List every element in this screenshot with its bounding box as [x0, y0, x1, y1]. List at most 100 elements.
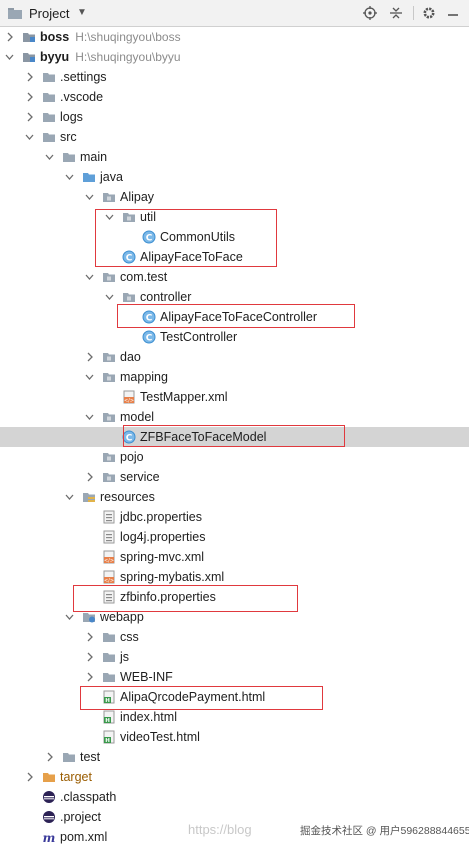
watermark-text: 掘金技术社区 @ 用户5962888446555 [300, 825, 469, 837]
tree-row-mapping[interactable]: mapping [0, 367, 469, 387]
tree-row-index-html[interactable]: Hindex.html [0, 707, 469, 727]
tree-row-byyu[interactable]: byyu H:\shuqingyou\byyu [0, 47, 469, 67]
folder-icon [102, 650, 116, 664]
watermark-url: https://blog [188, 822, 252, 837]
chevron-right-icon[interactable] [84, 347, 94, 367]
tree-row-settings[interactable]: .settings [0, 67, 469, 87]
tree-row-resources[interactable]: resources [0, 487, 469, 507]
tree-row-com-test[interactable]: com.test [0, 267, 469, 287]
package-icon [102, 410, 116, 424]
tree-row-alipaqrcodepayment-html[interactable]: H AlipaQrcodePayment.html [0, 687, 469, 707]
chevron-down-icon[interactable] [64, 167, 74, 187]
chevron-down-icon[interactable] [24, 127, 34, 147]
package-icon [102, 190, 116, 204]
tree-item-label: .settings [60, 70, 107, 84]
tree-item-label: com.test [120, 270, 168, 284]
locate-icon[interactable] [362, 5, 378, 21]
tree-row-util[interactable]: util [0, 207, 469, 227]
svg-text:C: C [146, 313, 153, 323]
chevron-right-icon[interactable] [84, 467, 94, 487]
svg-text:</>: </> [104, 578, 114, 584]
tree-row-src[interactable]: src [0, 127, 469, 147]
svg-text:C: C [126, 433, 133, 443]
tree-row-classpath[interactable]: .classpath [0, 787, 469, 807]
chevron-down-icon[interactable] [84, 267, 94, 287]
tree-row-testmapper-xml[interactable]: </> TestMapper.xml [0, 387, 469, 407]
tree-row-target[interactable]: target [0, 767, 469, 787]
chevron-right-icon[interactable] [4, 27, 14, 47]
chevron-right-icon[interactable] [24, 87, 34, 107]
chevron-down-icon[interactable] [104, 287, 114, 307]
chevron-down-icon[interactable] [4, 47, 14, 67]
tree-item-label: target [60, 770, 92, 784]
tree-item-label: pom.xml [60, 830, 108, 844]
tree-item-label: controller [140, 290, 192, 304]
tree-row-spring-mybatis-xml[interactable]: </> spring-mybatis.xml [0, 567, 469, 587]
tree-row-logs[interactable]: logs [0, 107, 469, 127]
properties-icon [102, 510, 116, 524]
tree-row-jdbc-properties[interactable]: jdbc.properties [0, 507, 469, 527]
chevron-down-icon[interactable] [84, 367, 94, 387]
tree-row-main[interactable]: main [0, 147, 469, 167]
tree-row-commonutils[interactable]: C CommonUtils [0, 227, 469, 247]
folder-icon [42, 110, 56, 124]
package-icon [122, 290, 136, 304]
tree-item-label: Alipay [120, 190, 155, 204]
tree-row-zfbfacetofacemodel[interactable]: C ZFBFaceToFaceModel [0, 427, 469, 447]
tree-row-model[interactable]: model [0, 407, 469, 427]
folder-icon [62, 150, 76, 164]
properties-icon [102, 590, 116, 604]
tree-row-alipayfacetoface[interactable]: C AlipayFaceToFace [0, 247, 469, 267]
chevron-right-icon[interactable] [24, 767, 34, 787]
tree-item-label: css [120, 630, 139, 644]
minimize-icon[interactable] [445, 5, 461, 21]
tree-item-label: jdbc.properties [120, 510, 202, 524]
tree-row-js[interactable]: js [0, 647, 469, 667]
chevron-right-icon[interactable] [84, 667, 94, 687]
tree-row-zfbinfo-properties[interactable]: zfbinfo.properties [0, 587, 469, 607]
chevron-down-icon[interactable] [104, 207, 114, 227]
tree-item-label: boss H:\shuqingyou\boss [40, 30, 181, 44]
project-view-title[interactable]: Project [29, 6, 69, 21]
chevron-down-icon[interactable] [64, 487, 74, 507]
chevron-right-icon[interactable] [84, 627, 94, 647]
tree-row-videotest-html[interactable]: HvideoTest.html [0, 727, 469, 747]
tree-row-boss[interactable]: boss H:\shuqingyou\boss [0, 27, 469, 47]
tree-row-testcontroller[interactable]: C TestController [0, 327, 469, 347]
tree-row-log4j-properties[interactable]: log4j.properties [0, 527, 469, 547]
tree-row-dao[interactable]: dao [0, 347, 469, 367]
tree-row-test[interactable]: test [0, 747, 469, 767]
tree-row-web-inf[interactable]: WEB-INF [0, 667, 469, 687]
tree-item-label: js [120, 650, 130, 664]
tree-item-label: ZFBFaceToFaceModel [140, 430, 267, 444]
tree-row-controller[interactable]: controller [0, 287, 469, 307]
collapse-all-icon[interactable] [388, 5, 404, 21]
tree-row-service[interactable]: service [0, 467, 469, 487]
folder-icon [102, 630, 116, 644]
tree-item-label: CommonUtils [160, 230, 236, 244]
tree-row-java[interactable]: java [0, 167, 469, 187]
tree-row-vscode[interactable]: .vscode [0, 87, 469, 107]
tree-row-pojo[interactable]: pojo [0, 447, 469, 467]
html-icon: H [102, 730, 116, 744]
chevron-down-icon[interactable] [84, 407, 94, 427]
tree-row-alipay[interactable]: Alipay [0, 187, 469, 207]
chevron-right-icon[interactable] [24, 67, 34, 87]
package-icon [102, 450, 116, 464]
gear-icon[interactable] [421, 5, 437, 21]
chevron-down-icon[interactable] [84, 187, 94, 207]
tree-row-spring-mvc-xml[interactable]: </> spring-mvc.xml [0, 547, 469, 567]
chevron-right-icon[interactable] [24, 107, 34, 127]
resource-folder-icon [82, 490, 96, 504]
tree-item-label: java [100, 170, 123, 184]
chevron-down-icon[interactable] [64, 607, 74, 627]
chevron-right-icon[interactable] [84, 647, 94, 667]
chevron-down-icon[interactable] [44, 147, 54, 167]
tree-row-alipayfacetofacecontroller[interactable]: C AlipayFaceToFaceController [0, 307, 469, 327]
chevron-right-icon[interactable] [44, 747, 54, 767]
tree-row-webapp[interactable]: webapp [0, 607, 469, 627]
chevron-down-icon[interactable]: ▼ [77, 7, 87, 18]
svg-text:C: C [146, 333, 153, 343]
package-icon [102, 370, 116, 384]
tree-row-css[interactable]: css [0, 627, 469, 647]
